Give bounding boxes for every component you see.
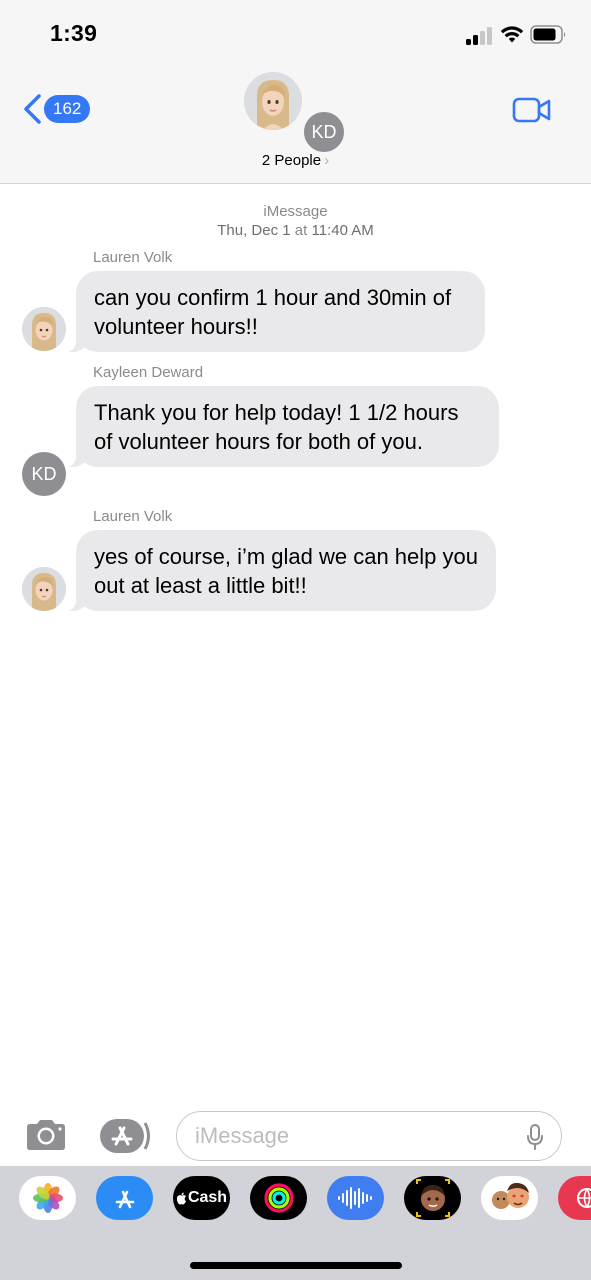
date-at-label: at <box>294 222 308 239</box>
message-text: yes of course, i’m glad we can help you … <box>94 544 478 598</box>
people-count-link[interactable]: 2 People › <box>0 152 591 169</box>
lauren-volk-avatar[interactable] <box>22 567 66 611</box>
unread-count-badge: 162 <box>44 95 91 123</box>
apple-cash-label: Cash <box>187 1189 228 1206</box>
microphone-icon[interactable] <box>527 1124 543 1150</box>
app-store-drawer-icon[interactable] <box>98 1117 152 1155</box>
date-label: Thu, Dec 1 <box>217 222 291 239</box>
kayleen-deward-avatar: KD <box>302 110 346 154</box>
people-count-label: 2 People <box>261 152 322 169</box>
message-sender: Lauren Volk <box>93 508 173 525</box>
lauren-volk-avatar <box>244 72 302 130</box>
cellular-signal-icon <box>466 27 494 45</box>
message-sender: Kayleen Deward <box>93 364 204 381</box>
message-input[interactable] <box>195 1122 515 1150</box>
conversation-timestamp: iMessage Thu, Dec 1 at 11:40 AM <box>0 202 591 240</box>
wifi-icon <box>500 26 524 43</box>
group-avatars[interactable]: KD <box>244 72 348 156</box>
facetime-video-icon[interactable] <box>512 96 552 124</box>
lauren-volk-avatar[interactable] <box>22 307 66 351</box>
memoji-avatar-icon <box>22 567 66 611</box>
memoji-icon[interactable] <box>404 1176 461 1220</box>
message-text: Thank you for help today! 1 1/2 hours of… <box>94 400 459 454</box>
browser-icon[interactable] <box>558 1176 591 1220</box>
message-bubble[interactable]: can you confirm 1 hour and 30min of volu… <box>66 271 485 352</box>
message-input-container <box>176 1111 562 1161</box>
memoji-avatar-icon <box>22 307 66 351</box>
message-text: can you confirm 1 hour and 30min of volu… <box>94 285 452 339</box>
memoji-avatar-icon <box>244 72 302 130</box>
status-time: 1:39 <box>50 20 98 46</box>
memoji-stickers-icon[interactable] <box>481 1176 538 1220</box>
apple-logo-icon <box>176 1191 187 1204</box>
home-indicator[interactable] <box>190 1262 402 1269</box>
photos-icon[interactable] <box>19 1176 76 1220</box>
camera-icon[interactable] <box>24 1118 68 1152</box>
service-label: iMessage <box>263 203 328 220</box>
battery-icon <box>530 25 566 44</box>
time-label: 11:40 AM <box>311 222 374 239</box>
chevron-right-icon: › <box>324 152 330 169</box>
activity-icon[interactable] <box>250 1176 307 1220</box>
message-sender: Lauren Volk <box>93 249 173 266</box>
back-button[interactable]: 162 <box>22 92 91 126</box>
app-store-icon[interactable] <box>96 1176 153 1220</box>
message-bubble[interactable]: Thank you for help today! 1 1/2 hours of… <box>66 386 499 467</box>
kayleen-deward-avatar[interactable]: KD <box>22 452 66 496</box>
status-bar: 1:39 <box>0 0 591 62</box>
chevron-left-icon <box>24 94 41 124</box>
audio-message-icon[interactable] <box>327 1176 384 1220</box>
apple-cash-icon[interactable]: Cash <box>173 1176 230 1220</box>
compose-bar <box>0 1100 591 1166</box>
conversation-header: 162 KD 2 People › <box>0 62 591 184</box>
message-bubble[interactable]: yes of course, i’m glad we can help you … <box>66 530 496 611</box>
